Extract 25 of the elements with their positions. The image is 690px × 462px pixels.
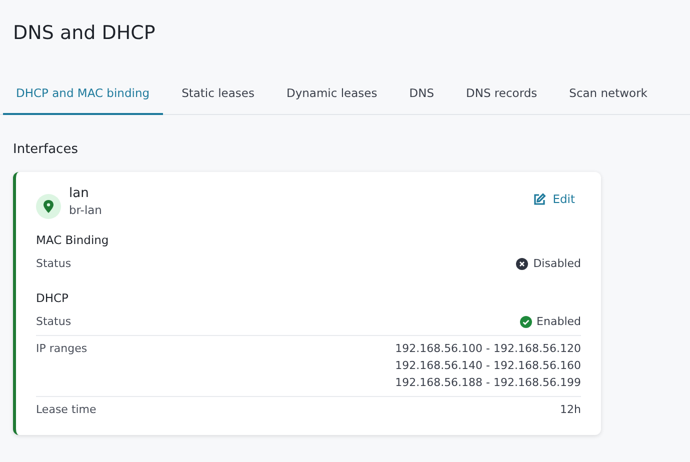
subsection-title: DHCP (36, 291, 70, 305)
subsection-title: MAC Binding (36, 233, 110, 247)
row-label: Lease time (36, 403, 96, 416)
device-name: br-lan (69, 203, 103, 217)
status-value: Disabled (533, 257, 581, 270)
row-value: 192.168.56.188 - 192.168.56.199 (395, 376, 581, 389)
row-value: 12h (560, 403, 581, 416)
row-label: Status (36, 257, 72, 270)
section-title: Interfaces (12, 141, 79, 157)
row-value: 192.168.56.100 - 192.168.56.120 (395, 342, 581, 355)
row-label: IP ranges (36, 342, 88, 357)
page-title: DNS and DHCP (12, 21, 156, 46)
status-value: Enabled (536, 315, 581, 328)
row-label: Status (36, 315, 72, 328)
tab[interactable]: Scan network (556, 76, 660, 115)
tab[interactable]: DHCP and MAC binding (3, 76, 163, 115)
tab[interactable]: Static leases (168, 76, 268, 115)
row-value: 192.168.56.140 - 192.168.56.160 (395, 359, 581, 372)
edit-button[interactable]: Edit (526, 188, 581, 210)
edit-icon (532, 192, 546, 206)
tab[interactable]: DNS records (453, 76, 550, 115)
interface-name: lan (69, 186, 90, 201)
tab[interactable]: Dynamic leases (273, 76, 390, 115)
location-pin-icon (36, 194, 61, 219)
tab[interactable]: DNS (396, 76, 447, 115)
